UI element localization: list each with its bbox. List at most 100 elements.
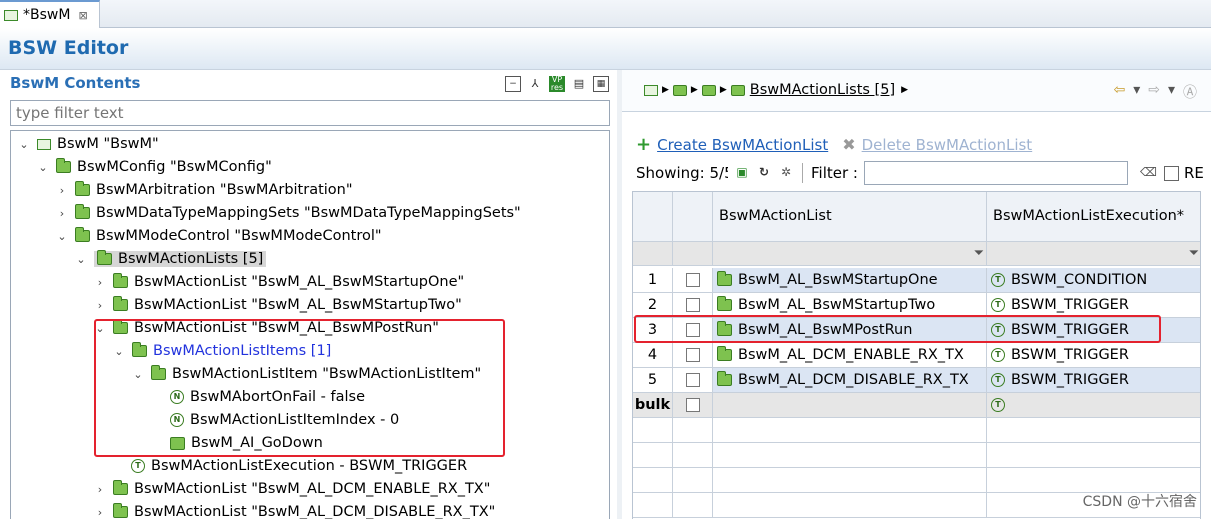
section-title: BswM Contents <box>10 74 141 92</box>
refresh-icon[interactable]: ↻ <box>756 165 772 181</box>
tree-node[interactable]: › BswMActionList "BswM_AL_BswMStartupTwo" <box>93 294 462 316</box>
chevron-right-icon[interactable]: ▶ <box>901 85 908 95</box>
tree-node[interactable]: › BswMActionList "BswM_AL_DCM_ENABLE_RX_T… <box>93 478 490 500</box>
tree-node[interactable]: › BswMActionList "BswM_AL_BswMStartupOne" <box>93 271 464 293</box>
actionlist-cell[interactable]: BswM_AL_DCM_ENABLE_RX_TX <box>713 343 987 368</box>
execution-cell[interactable]: T BSWM_CONDITION <box>987 268 1200 293</box>
chevron-down-icon[interactable]: ⌄ <box>17 138 31 151</box>
bulk-execution-cell[interactable]: T <box>987 393 1200 418</box>
close-icon[interactable]: ⊠ <box>78 9 87 22</box>
chevron-right-icon[interactable]: › <box>55 184 69 197</box>
plus-icon[interactable]: + <box>636 134 651 155</box>
table-filter-input[interactable] <box>863 161 1128 185</box>
tree-node[interactable]: T BswMActionListExecution - BSWM_TRIGGER <box>131 455 467 477</box>
actionlist-name: BswM_AL_BswMStartupOne <box>738 272 938 288</box>
execution-cell[interactable]: T BSWM_TRIGGER <box>987 343 1200 368</box>
funnel-icon[interactable]: ⏷ <box>974 246 984 261</box>
filter-cell[interactable]: ⏷ <box>713 242 987 266</box>
font-icon[interactable]: Ⓐ <box>1183 82 1197 102</box>
tree-node[interactable]: › BswMArbitration "BswMArbitration" <box>55 179 353 201</box>
chevron-right-icon[interactable]: › <box>93 276 107 289</box>
chevron-right-icon[interactable]: › <box>93 506 107 519</box>
dropdown-icon[interactable]: ▾ <box>1133 82 1140 102</box>
table-view-icon[interactable]: ▦ <box>593 76 609 92</box>
chevron-right-icon[interactable]: › <box>93 299 107 312</box>
breadcrumb: ▶ ▶ ▶ BswMActionLists [5] ▶ ⇦ ▾ ⇨ ▾ Ⓐ <box>622 70 1211 112</box>
row-checkbox-cell[interactable] <box>673 268 713 293</box>
tree-node[interactable]: › BswMActionList "BswM_AL_DCM_DISABLE_RX_… <box>93 501 495 519</box>
editor-header: BSW Editor <box>0 28 1211 70</box>
actionlist-cell[interactable]: BswM_AL_BswMStartupOne <box>713 268 987 293</box>
funnel-icon[interactable]: ⏷ <box>1189 246 1199 261</box>
folder-icon <box>75 227 90 242</box>
excel-export-icon[interactable]: ▣ <box>734 165 750 181</box>
chevron-right-icon[interactable]: › <box>93 483 107 496</box>
tree-node[interactable]: ⌄ BswMActionLists [5] <box>74 248 267 270</box>
tree-node-label: BswMActionList "BswM_AL_DCM_DISABLE_RX_T… <box>134 504 496 519</box>
row-checkbox-cell[interactable] <box>673 343 713 368</box>
empty-row <box>633 443 1200 468</box>
column-header-execution[interactable]: BswMActionListExecution* <box>987 192 1200 242</box>
module-icon[interactable] <box>644 84 658 96</box>
chevron-right-icon[interactable]: › <box>55 207 69 220</box>
table-row[interactable]: 1 BswM_AL_BswMStartupOne T BSWM_CONDITION <box>633 268 1200 293</box>
tab-bswm[interactable]: *BswM ⊠ <box>0 0 100 28</box>
dropdown-icon[interactable]: ▾ <box>1168 82 1175 102</box>
folder-icon[interactable] <box>730 84 745 96</box>
clear-filter-icon[interactable]: ⌫ <box>1140 165 1157 181</box>
tree-node-label: BswMActionList "BswM_AL_BswMStartupTwo" <box>134 297 462 313</box>
collapse-all-icon[interactable]: − <box>505 76 521 92</box>
breadcrumb-current[interactable]: BswMActionLists [5] <box>750 82 895 98</box>
row-checkbox-cell[interactable] <box>673 368 713 393</box>
back-arrow-icon[interactable]: ⇦ <box>1113 82 1125 102</box>
vp-res-icon[interactable]: VP res <box>549 76 565 92</box>
tree-node-label: BswMActionList "BswM_AL_DCM_ENABLE_RX_TX… <box>134 481 491 497</box>
folder-icon <box>717 371 732 386</box>
bulk-checkbox[interactable] <box>685 398 700 412</box>
bulk-row[interactable]: bulk T <box>633 393 1200 418</box>
tree-node[interactable]: ⌄ BswM "BswM" <box>17 133 158 155</box>
chevron-right-icon[interactable]: ▶ <box>662 85 669 95</box>
execution-cell[interactable]: T BSWM_TRIGGER <box>987 368 1200 393</box>
row-checkbox[interactable] <box>685 298 700 312</box>
chevron-down-icon[interactable]: ⌄ <box>36 161 50 174</box>
execution-value: BSWM_TRIGGER <box>1011 297 1129 313</box>
hierarchy-icon[interactable]: ⅄ <box>527 76 543 92</box>
tree-node[interactable]: ⌄ BswMModeControl "BswMModeControl" <box>55 225 382 247</box>
table-row[interactable]: 5 BswM_AL_DCM_DISABLE_RX_TX T BSWM_TRIGGE… <box>633 368 1200 393</box>
tree-node[interactable]: ⌄ BswMConfig "BswMConfig" <box>36 156 272 178</box>
column-header-actionlist[interactable]: BswMActionList <box>713 192 987 242</box>
tree-node[interactable]: › BswMDataTypeMappingSets "BswMDataTypeMa… <box>55 202 521 224</box>
row-checkbox[interactable] <box>685 273 700 287</box>
empty-cell <box>713 443 987 468</box>
create-button[interactable]: Create BswMActionList <box>657 136 828 154</box>
table-row[interactable]: 4 BswM_AL_DCM_ENABLE_RX_TX T BSWM_TRIGGER <box>633 343 1200 368</box>
selected-node[interactable]: BswMActionLists [5] <box>94 250 267 267</box>
chevron-down-icon[interactable]: ⌄ <box>55 230 69 243</box>
empty-cell <box>673 468 713 493</box>
chevron-right-icon[interactable]: ▶ <box>720 85 727 95</box>
row-number: 5 <box>633 368 673 393</box>
row-checkbox[interactable] <box>685 348 700 362</box>
bulk-checkbox-cell[interactable] <box>673 393 713 418</box>
folder-icon[interactable] <box>672 84 687 96</box>
chevron-down-icon[interactable]: ⌄ <box>74 253 88 266</box>
document-icon[interactable]: ▤ <box>571 76 587 92</box>
column-header-label: BswMActionListExecution* <box>993 208 1185 224</box>
regex-checkbox[interactable] <box>1163 165 1179 181</box>
folder-icon <box>56 158 71 173</box>
folder-icon[interactable] <box>701 84 716 96</box>
delete-icon: ✖ <box>842 135 856 154</box>
contents-pane: BswM Contents − ⅄ VPres ▤ ▦ ⌄ BswM "BswM"… <box>0 70 617 519</box>
row-checkbox[interactable] <box>685 373 700 387</box>
settings-icon[interactable]: ✲ <box>778 165 794 181</box>
tree-filter-input[interactable] <box>10 100 610 126</box>
actionlist-name: BswM_AL_DCM_DISABLE_RX_TX <box>738 372 969 388</box>
filter-cell[interactable]: ⏷ <box>987 242 1200 266</box>
bulk-actionlist-cell[interactable] <box>713 393 987 418</box>
module-icon <box>37 138 51 150</box>
actionlist-cell[interactable]: BswM_AL_DCM_DISABLE_RX_TX <box>713 368 987 393</box>
chevron-right-icon[interactable]: ▶ <box>691 85 698 95</box>
execution-value: BSWM_TRIGGER <box>1011 372 1129 388</box>
forward-arrow-icon[interactable]: ⇨ <box>1148 82 1160 102</box>
